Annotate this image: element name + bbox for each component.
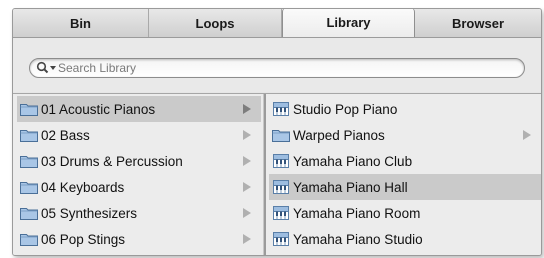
folder-icon xyxy=(20,208,38,220)
patch-item-label: Yamaha Piano Studio xyxy=(293,231,423,247)
category-item-label: 05 Synthesizers xyxy=(41,205,138,221)
patch-icon xyxy=(273,102,289,116)
patch-column: Studio Pop Piano Warped Pianos Yamaha Pian… xyxy=(269,96,541,255)
category-item[interactable]: 06 Pop Stings xyxy=(17,226,261,252)
search-icon[interactable] xyxy=(36,61,58,75)
category-item-label: 01 Acoustic Pianos xyxy=(41,101,156,117)
category-item[interactable]: 04 Keyboards xyxy=(17,174,261,200)
tab-loops[interactable]: Loops xyxy=(149,9,282,37)
patch-item-label: Yamaha Piano Hall xyxy=(293,179,408,195)
patch-icon xyxy=(273,206,289,220)
search-area xyxy=(13,38,541,92)
category-item-label: 02 Bass xyxy=(41,127,90,143)
search-input[interactable] xyxy=(58,60,518,76)
disclosure-arrow-icon xyxy=(243,156,251,166)
tab-library[interactable]: Library xyxy=(282,9,415,37)
patch-item[interactable]: Yamaha Piano Hall xyxy=(269,174,541,200)
category-item[interactable]: 01 Acoustic Pianos xyxy=(17,96,261,122)
disclosure-arrow-icon xyxy=(243,234,251,244)
patch-icon xyxy=(273,232,289,246)
patch-item[interactable]: Yamaha Piano Club xyxy=(269,148,541,174)
folder-icon xyxy=(20,104,38,116)
category-item-label: 04 Keyboards xyxy=(41,179,125,195)
patch-item-label: Warped Pianos xyxy=(293,127,385,143)
disclosure-arrow-icon xyxy=(523,130,531,140)
folder-icon xyxy=(20,156,38,168)
category-item[interactable]: 05 Synthesizers xyxy=(17,200,261,226)
patch-item-label: Yamaha Piano Room xyxy=(293,205,421,221)
disclosure-arrow-icon xyxy=(243,104,251,114)
column-divider[interactable] xyxy=(263,94,266,255)
patch-item-label: Yamaha Piano Club xyxy=(293,153,413,169)
disclosure-arrow-icon xyxy=(243,130,251,140)
tab-browser[interactable]: Browser xyxy=(415,9,541,37)
tab-bin[interactable]: Bin xyxy=(13,9,149,37)
category-item[interactable]: 03 Drums & Percussion xyxy=(17,148,261,174)
patch-icon xyxy=(273,180,289,194)
library-panel: Bin Loops Library Browser 01 Acoustic Pi… xyxy=(12,8,542,256)
disclosure-arrow-icon xyxy=(243,182,251,192)
category-item-label: 03 Drums & Percussion xyxy=(41,153,183,169)
folder-icon xyxy=(20,182,38,194)
folder-icon xyxy=(20,130,38,142)
category-item-label: 06 Pop Stings xyxy=(41,231,126,247)
patch-icon xyxy=(273,154,289,168)
category-column: 01 Acoustic Pianos 02 Bass 03 Drums & Perc… xyxy=(17,96,261,255)
patch-item[interactable]: Yamaha Piano Studio xyxy=(269,226,541,252)
patch-item[interactable]: Studio Pop Piano xyxy=(269,96,541,122)
patch-item[interactable]: Warped Pianos xyxy=(269,122,541,148)
patch-item[interactable]: Yamaha Piano Room xyxy=(269,200,541,226)
category-item[interactable]: 02 Bass xyxy=(17,122,261,148)
disclosure-arrow-icon xyxy=(243,208,251,218)
folder-icon xyxy=(20,234,38,246)
folder-icon xyxy=(272,130,290,142)
tab-bar: Bin Loops Library Browser xyxy=(13,9,541,38)
search-field[interactable] xyxy=(29,58,525,78)
browser-columns: 01 Acoustic Pianos 02 Bass 03 Drums & Perc… xyxy=(13,93,541,255)
patch-item-label: Studio Pop Piano xyxy=(293,101,398,117)
